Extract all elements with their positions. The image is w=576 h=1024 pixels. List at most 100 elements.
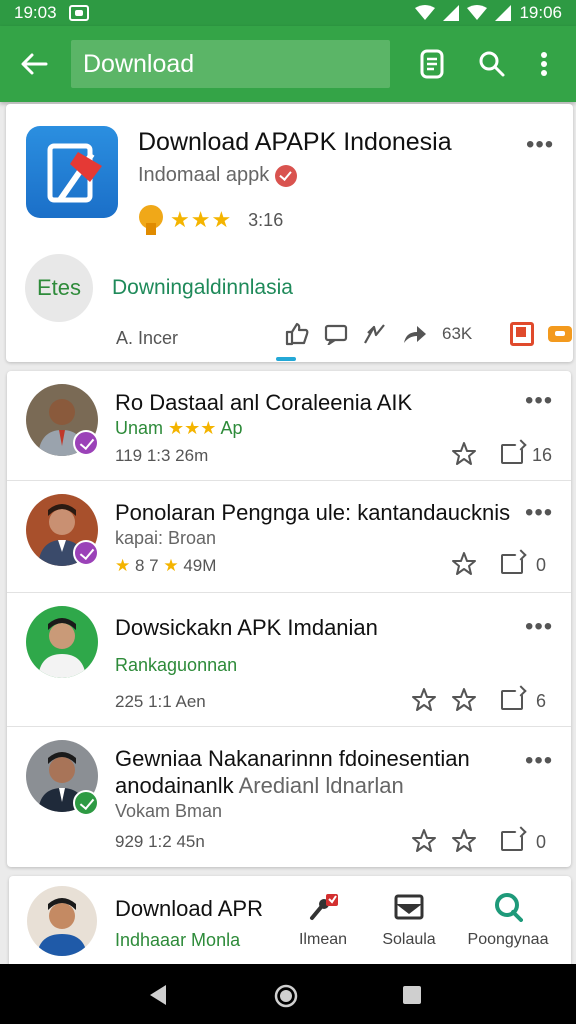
divider bbox=[7, 592, 571, 593]
app-icon[interactable] bbox=[26, 126, 118, 218]
post-count: 16 bbox=[532, 445, 553, 465]
pin-icon bbox=[310, 894, 338, 920]
star-outline-icon[interactable] bbox=[451, 687, 477, 713]
rating-count: 3:16 bbox=[248, 209, 284, 230]
star-icon: ★ bbox=[163, 556, 179, 575]
post-count: 0 bbox=[536, 832, 547, 852]
search-input-value: Download bbox=[83, 49, 195, 78]
nav-item-solaula[interactable]: Solaula bbox=[374, 892, 444, 949]
hero-author: A. Incer bbox=[116, 328, 179, 348]
star-outline-icon[interactable] bbox=[451, 551, 477, 577]
share-icon[interactable] bbox=[402, 323, 428, 345]
star-outline-icon[interactable] bbox=[411, 687, 437, 713]
bottom-subtitle: Indhaaar Monla bbox=[115, 930, 241, 950]
repost-icon[interactable] bbox=[501, 554, 523, 574]
post-meta: 119 1:3 26m bbox=[115, 446, 209, 465]
rating-stars-icon: ★★★ bbox=[170, 207, 233, 232]
post-subtitle: Unam ★★★ Ap bbox=[115, 418, 243, 439]
post-title-line-2-a: anodainanlk bbox=[115, 773, 234, 798]
post-count: 0 bbox=[536, 555, 547, 575]
channel-logo-text: Etes bbox=[36, 275, 82, 300]
post-title: Dowsickakn APK Imdanian bbox=[115, 615, 378, 640]
status-time-left: 19:03 bbox=[14, 3, 57, 22]
search-input[interactable]: Download bbox=[71, 40, 390, 88]
post-more-button[interactable]: ••• bbox=[525, 389, 553, 413]
post-subtitle: Rankaguonnan bbox=[115, 655, 238, 675]
like-icon[interactable] bbox=[284, 322, 310, 346]
document-button[interactable] bbox=[410, 42, 454, 86]
arrow-left-icon bbox=[21, 53, 48, 75]
repost-icon[interactable] bbox=[501, 690, 523, 710]
back-button[interactable] bbox=[0, 26, 68, 102]
comment-icon[interactable] bbox=[324, 323, 348, 345]
person-avatar-icon bbox=[27, 886, 97, 956]
hero-link[interactable]: Downingaldinnlasia bbox=[112, 276, 293, 300]
post-more-button[interactable]: ••• bbox=[525, 749, 553, 773]
post-title: Ro Dastaal anl Coraleenia AIK bbox=[115, 390, 413, 415]
notification-icon bbox=[68, 5, 89, 21]
verified-badge-icon bbox=[73, 540, 99, 566]
status-bar: 19:03 19:06 bbox=[0, 0, 576, 26]
verified-icon bbox=[275, 164, 298, 187]
back-triangle-icon[interactable] bbox=[148, 984, 168, 1006]
hero-more-button[interactable]: ••• bbox=[526, 133, 554, 157]
post-meta: ★ 8 7 ★ 49M bbox=[115, 556, 216, 576]
home-circle-icon[interactable] bbox=[274, 984, 298, 1008]
bottom-title: Download APR bbox=[115, 896, 263, 921]
post-title-line-2-b: Aredianl ldnarlan bbox=[238, 773, 404, 798]
post-subtitle-a: Unam bbox=[115, 418, 164, 438]
nav-item-label: Solaula bbox=[382, 931, 436, 948]
medal-icon bbox=[138, 205, 164, 235]
nav-item-ilmean[interactable]: Ilmean bbox=[288, 892, 358, 949]
wifi-icon bbox=[415, 5, 436, 20]
verified-badge-icon bbox=[73, 430, 99, 456]
post-more-button[interactable]: ••• bbox=[525, 501, 553, 525]
repost-icon[interactable] bbox=[501, 831, 523, 851]
star-icon: ★ bbox=[115, 556, 131, 575]
system-nav-bar bbox=[0, 964, 576, 1024]
lightning-icon[interactable] bbox=[362, 323, 388, 345]
post-title: Ponolaran Pengnga ule: kantandaucknis bbox=[115, 500, 511, 525]
nav-item-label: Poongynaa bbox=[467, 931, 549, 948]
more-vert-icon bbox=[541, 52, 547, 76]
hero-rating: ★★★ 3:16 bbox=[138, 205, 283, 235]
repost-icon[interactable] bbox=[501, 444, 523, 464]
post-meta-a: 8 7 bbox=[134, 556, 159, 575]
tv-icon[interactable] bbox=[510, 322, 535, 346]
post-subtitle: kapai: Broan bbox=[115, 528, 217, 548]
rating-stars-icon: ★★★ bbox=[168, 418, 217, 438]
nav-item-poongynaa[interactable]: Poongynaa bbox=[462, 892, 554, 949]
verified-badge-icon bbox=[73, 790, 99, 816]
overflow-menu-button[interactable] bbox=[522, 42, 566, 86]
app-bar: Download bbox=[0, 26, 576, 102]
hero-title: Download APAPK Indonesia bbox=[138, 128, 452, 156]
divider bbox=[7, 726, 571, 727]
channel-logo[interactable]: Etes bbox=[25, 254, 93, 322]
recents-square-icon[interactable] bbox=[402, 985, 422, 1005]
message-badge-icon[interactable] bbox=[548, 326, 573, 342]
post-meta: 929 1:2 45n bbox=[115, 832, 205, 851]
star-outline-icon[interactable] bbox=[451, 441, 477, 467]
search-button[interactable] bbox=[470, 42, 514, 86]
nav-item-label: Ilmean bbox=[298, 931, 348, 948]
person-avatar-icon bbox=[26, 606, 98, 678]
signal-icon bbox=[443, 5, 460, 21]
post-meta: 225 1:1 Aen bbox=[115, 692, 206, 711]
post-subtitle: Vokam Bman bbox=[115, 801, 223, 821]
inbox-icon bbox=[394, 894, 424, 920]
share-count: 63K bbox=[442, 324, 473, 343]
hero-subtitle: Indomaal appk bbox=[138, 164, 298, 187]
star-outline-icon[interactable] bbox=[411, 828, 437, 854]
status-time-right: 19:06 bbox=[519, 3, 562, 22]
signal-icon-2 bbox=[495, 5, 512, 21]
avatar[interactable] bbox=[26, 606, 98, 678]
hero-subtitle-text: Indomaal appk bbox=[138, 164, 270, 186]
wifi-icon-2 bbox=[467, 5, 488, 20]
avatar[interactable] bbox=[27, 886, 97, 956]
post-more-button[interactable]: ••• bbox=[525, 615, 553, 639]
post-count: 6 bbox=[536, 691, 547, 711]
hero-actions: 63K bbox=[284, 322, 573, 346]
post-title: Gewniaa Nakanarinnn fdoinesentian bbox=[115, 746, 470, 771]
star-outline-icon[interactable] bbox=[451, 828, 477, 854]
search-icon bbox=[479, 51, 505, 77]
